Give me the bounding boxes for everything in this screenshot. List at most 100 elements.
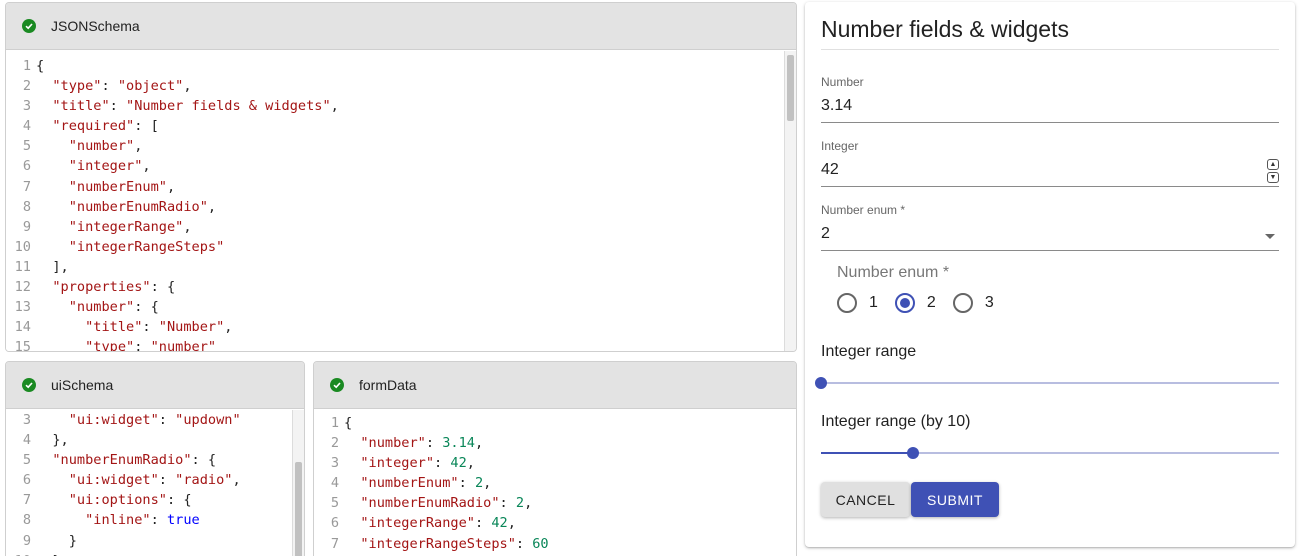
line-number: 6 (22, 158, 31, 175)
radio-circle-icon[interactable] (952, 293, 973, 313)
code-line: 9 } (6, 531, 292, 551)
jsonschema-scrollbar[interactable] (784, 51, 796, 351)
code-text: "integerRange": 42, (360, 515, 516, 532)
code-line: 7 "integerRangeSteps": 60 (314, 534, 796, 554)
code-text: } (36, 532, 77, 549)
integer-label: Integer (821, 139, 859, 153)
code-text: "numberEnumRadio": 2, (360, 495, 533, 512)
formdata-panel-header: formData (314, 362, 796, 409)
code-line: 2 "number": 3.14, (314, 433, 796, 453)
formdata-editor[interactable]: 1{2 "number": 3.14, 3 "integer": 42, 4 "nu… (314, 410, 796, 556)
integer-stepper[interactable]: ▲ ▼ (1267, 159, 1279, 183)
stepper-down-icon[interactable]: ▼ (1267, 172, 1279, 183)
radio-checked-icon[interactable] (894, 293, 915, 313)
number-input[interactable]: 3.14 (821, 97, 1279, 115)
line-number: 1 (330, 415, 339, 431)
code-text: "properties": { (52, 279, 176, 296)
code-line: 7 "ui:options": { (6, 490, 292, 510)
line-number: 3 (22, 98, 31, 115)
line-number: 3 (22, 412, 31, 428)
code-line: 12 "properties": { (6, 277, 784, 297)
code-text: "inline": true (85, 512, 200, 529)
formdata-panel: formData 1{2 "number": 3.14, 3 "integer":… (313, 361, 797, 556)
code-line: 5 "numberEnumRadio": { (6, 450, 292, 470)
slider-thumb[interactable] (815, 377, 827, 389)
number-enum-underline (821, 250, 1279, 251)
line-number: 8 (22, 198, 31, 215)
radio-option-3[interactable]: 3 (952, 293, 994, 313)
line-number: 4 (22, 118, 31, 135)
radio-option-label: 1 (869, 294, 878, 311)
line-number: 1 (22, 58, 31, 74)
code-text: "ui:widget": "updown" (68, 412, 241, 428)
number-enum-radio-group: 1 2 3 (837, 293, 1011, 313)
integer-range-slider[interactable] (815, 377, 1279, 389)
uischema-editor[interactable]: 3 "ui:widget": "updown" 4 }, 5 "numberEnum… (6, 410, 292, 556)
code-text: ], (36, 258, 69, 275)
code-text: "title": "Number", (85, 319, 233, 336)
title-divider (821, 49, 1279, 50)
number-underline (821, 122, 1279, 123)
code-text: "numberEnum": 2, (360, 475, 492, 492)
code-line: 13 "number": { (6, 297, 784, 317)
valid-check-icon (22, 378, 36, 392)
code-line: 15 "type": "number" (6, 337, 784, 351)
integer-range-label: Integer range (821, 343, 917, 360)
number-enum-label: Number enum * (821, 203, 906, 217)
radio-option-label: 2 (926, 294, 936, 311)
valid-check-icon (330, 378, 344, 392)
jsonschema-editor[interactable]: 1{2 "type": "object", 3 "title": "Number … (6, 51, 784, 351)
code-line: 10 } (6, 551, 292, 556)
line-number: 4 (22, 432, 31, 449)
code-line: 14 "title": "Number", (6, 317, 784, 337)
code-text: "title": "Number fields & widgets", (52, 98, 339, 115)
integer-input[interactable]: 42 (821, 161, 1251, 179)
code-text: { (36, 58, 45, 74)
code-text: "required": [ (52, 118, 159, 135)
code-line: 3 "ui:widget": "updown" (6, 410, 292, 430)
number-enum-select[interactable]: 2 (821, 225, 1279, 243)
integer-range-steps-slider[interactable] (821, 447, 1279, 459)
line-number: 2 (22, 78, 31, 95)
line-number: 9 (22, 532, 31, 549)
integer-underline (821, 186, 1279, 187)
code-text: "integer", (68, 158, 151, 175)
formdata-panel-title: formData (359, 377, 417, 393)
number-label: Number (821, 75, 864, 89)
code-line: 6 "ui:widget": "radio", (6, 470, 292, 490)
form-title: Number fields & widgets (821, 16, 1069, 42)
code-text: "number": { (68, 299, 159, 316)
code-text: "numberEnumRadio", (68, 198, 217, 215)
slider-thumb[interactable] (906, 447, 919, 459)
code-line: 7 "numberEnum", (6, 177, 784, 197)
radio-circle-icon[interactable] (837, 293, 857, 313)
radio-option-1[interactable]: 1 (837, 293, 878, 313)
cancel-button[interactable]: CANCEL (821, 482, 910, 517)
code-text: }, (36, 432, 69, 449)
code-line: 3 "integer": 42, (314, 453, 796, 473)
code-text: "ui:widget": "radio", (68, 472, 241, 489)
radio-option-2[interactable]: 2 (894, 293, 936, 313)
code-text: "integerRangeSteps" (68, 238, 225, 255)
submit-button[interactable]: SUBMIT (911, 482, 999, 517)
line-number: 4 (330, 475, 339, 492)
uischema-scrollbar-thumb[interactable] (295, 462, 302, 556)
jsonschema-panel-title: JSONSchema (51, 18, 140, 34)
line-number: 7 (22, 178, 31, 195)
line-number: 8 (22, 512, 31, 529)
form-card: Number fields & widgets Number 3.14 Inte… (805, 2, 1295, 547)
code-text: "numberEnum", (68, 178, 176, 195)
code-line: 1{ (314, 413, 796, 433)
line-number: 2 (330, 435, 339, 452)
uischema-scrollbar[interactable] (292, 410, 304, 556)
code-line: 6 "integerRange": 42, (314, 513, 796, 533)
line-number: 6 (22, 472, 31, 489)
code-text: "number", (68, 138, 143, 155)
code-text: "ui:options": { (68, 492, 192, 509)
dropdown-arrow-icon[interactable] (1265, 234, 1275, 239)
line-number: 11 (14, 258, 31, 275)
jsonschema-scrollbar-thumb[interactable] (787, 55, 794, 121)
stepper-up-icon[interactable]: ▲ (1267, 159, 1279, 170)
line-number: 9 (22, 218, 31, 235)
code-line: 11 ], (6, 257, 784, 277)
